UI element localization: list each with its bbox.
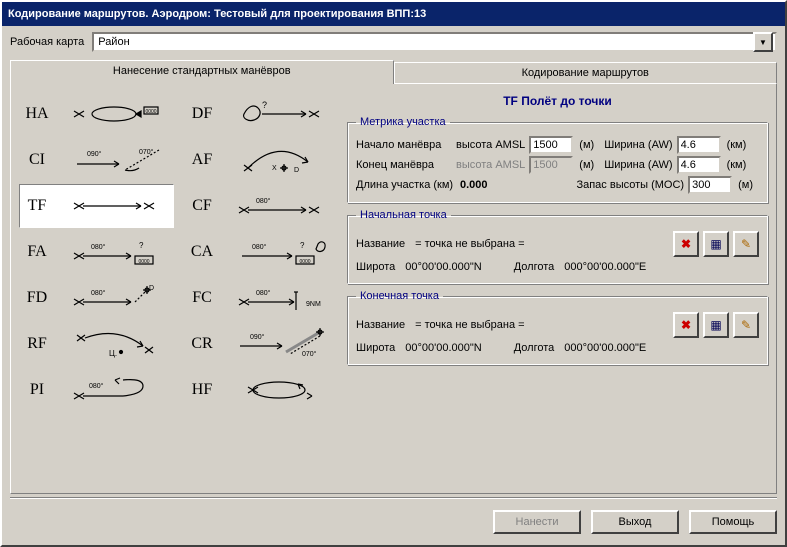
- candle-icon[interactable]: ✎: [733, 312, 759, 338]
- svg-text:?: ?: [139, 241, 144, 250]
- svg-text:080°: 080°: [91, 289, 106, 297]
- maneuver-af-icon: X D: [223, 142, 334, 178]
- workcard-label: Рабочая карта: [10, 36, 84, 48]
- start-point-group: Начальная точка Название = точка не выбр…: [347, 209, 768, 284]
- end-width-input[interactable]: [677, 156, 721, 174]
- svg-text:090°: 090°: [87, 150, 102, 158]
- maneuver-fd-icon: 080° D: [58, 280, 169, 316]
- maneuver-rf-icon: Ц.: [58, 326, 169, 362]
- svg-text:090°: 090°: [250, 333, 265, 341]
- svg-text:D: D: [149, 285, 154, 292]
- maneuver-cr[interactable]: CR 090° 070°: [184, 322, 339, 366]
- calendar-icon[interactable]: ▦: [703, 231, 729, 257]
- end-lat: 00°00'00.000"N: [405, 342, 481, 354]
- svg-text:080°: 080°: [256, 289, 271, 297]
- maneuvers-grid: HA 0000 DF: [19, 92, 339, 485]
- maneuver-ca-icon: 080° ? 0000: [223, 234, 334, 270]
- start-label: Начало манёвра: [356, 139, 452, 151]
- maneuver-pi[interactable]: PI 080°: [19, 368, 174, 412]
- svg-text:9NM: 9NM: [306, 301, 321, 308]
- svg-text:070°: 070°: [302, 350, 317, 358]
- svg-text:Ц.: Ц.: [109, 349, 117, 358]
- apply-button: Нанести: [493, 510, 581, 534]
- svg-text:080°: 080°: [256, 197, 271, 205]
- moc-input[interactable]: [688, 176, 732, 194]
- maneuver-pi-icon: 080°: [58, 372, 169, 408]
- maneuver-ca[interactable]: CA 080° ? 0000: [184, 230, 339, 274]
- length-value: 0.000: [460, 179, 520, 191]
- end-label: Конец манёвра: [356, 159, 452, 171]
- end-amsl-input: [529, 156, 573, 174]
- svg-text:080°: 080°: [252, 243, 267, 251]
- workcard-value: Район: [98, 36, 129, 48]
- maneuver-df[interactable]: DF ?: [184, 92, 339, 136]
- svg-text:X: X: [272, 165, 277, 172]
- exit-button[interactable]: Выход: [591, 510, 679, 534]
- maneuver-fc[interactable]: FC 080° 9NM: [184, 276, 339, 320]
- maneuver-hf[interactable]: HF: [184, 368, 339, 412]
- end-point-group: Конечная точка Название = точка не выбра…: [347, 290, 768, 365]
- maneuver-af[interactable]: AF X D: [184, 138, 339, 182]
- maneuver-fc-icon: 080° 9NM: [223, 280, 334, 316]
- delete-icon[interactable]: ✖: [673, 231, 699, 257]
- end-point-name: = точка не выбрана =: [415, 319, 524, 331]
- svg-text:0000: 0000: [138, 259, 149, 265]
- start-lon: 000°00'00.000"E: [564, 261, 646, 273]
- details-title: TF Полёт до точки: [347, 94, 768, 108]
- end-lon: 000°00'00.000"E: [564, 342, 646, 354]
- maneuver-fa-icon: 080° ? 0000: [58, 234, 169, 270]
- maneuver-cr-icon: 090° 070°: [223, 326, 334, 362]
- maneuver-ha[interactable]: HA 0000: [19, 92, 174, 136]
- start-amsl-input[interactable]: [529, 136, 573, 154]
- maneuver-cf[interactable]: CF 080°: [184, 184, 339, 228]
- metric-group: Метрика участка Начало манёвра высота AM…: [347, 116, 768, 203]
- dropdown-icon[interactable]: ▼: [753, 32, 773, 52]
- start-point-name: = точка не выбрана =: [415, 238, 524, 250]
- maneuver-ha-icon: 0000: [58, 96, 169, 132]
- maneuver-tf[interactable]: TF: [19, 184, 174, 228]
- svg-text:0000: 0000: [299, 259, 310, 265]
- start-lat: 00°00'00.000"N: [405, 261, 481, 273]
- maneuver-tf-icon: [58, 188, 169, 224]
- maneuver-fd[interactable]: FD 080° D: [19, 276, 174, 320]
- maneuver-ci[interactable]: CI 090° 070°: [19, 138, 174, 182]
- svg-text:080°: 080°: [91, 243, 106, 251]
- candle-icon[interactable]: ✎: [733, 231, 759, 257]
- window-title: Кодирование маршрутов. Аэродром: Тестовы…: [8, 8, 426, 20]
- workcard-combobox[interactable]: Район ▼: [92, 32, 777, 52]
- maneuver-cf-icon: 080°: [223, 188, 334, 224]
- maneuver-fa[interactable]: FA 080° ? 0000: [19, 230, 174, 274]
- tab-routes[interactable]: Кодирование маршрутов: [394, 62, 778, 84]
- svg-text:?: ?: [300, 241, 305, 250]
- maneuver-rf[interactable]: RF Ц.: [19, 322, 174, 366]
- svg-text:0000: 0000: [145, 109, 156, 115]
- start-width-input[interactable]: [677, 136, 721, 154]
- maneuver-df-icon: ?: [223, 96, 334, 132]
- svg-text:?: ?: [262, 100, 267, 110]
- calendar-icon[interactable]: ▦: [703, 312, 729, 338]
- maneuver-ci-icon: 090° 070°: [58, 142, 169, 178]
- length-label: Длина участка (км): [356, 179, 456, 191]
- tab-maneuvers[interactable]: Нанесение стандартных манёвров: [10, 60, 394, 84]
- svg-text:070°: 070°: [139, 148, 154, 156]
- maneuver-hf-icon: [223, 372, 334, 408]
- help-button[interactable]: Помощь: [689, 510, 777, 534]
- title-bar: Кодирование маршрутов. Аэродром: Тестовы…: [2, 2, 785, 26]
- delete-icon[interactable]: ✖: [673, 312, 699, 338]
- svg-text:D: D: [294, 167, 299, 174]
- svg-text:080°: 080°: [89, 382, 104, 390]
